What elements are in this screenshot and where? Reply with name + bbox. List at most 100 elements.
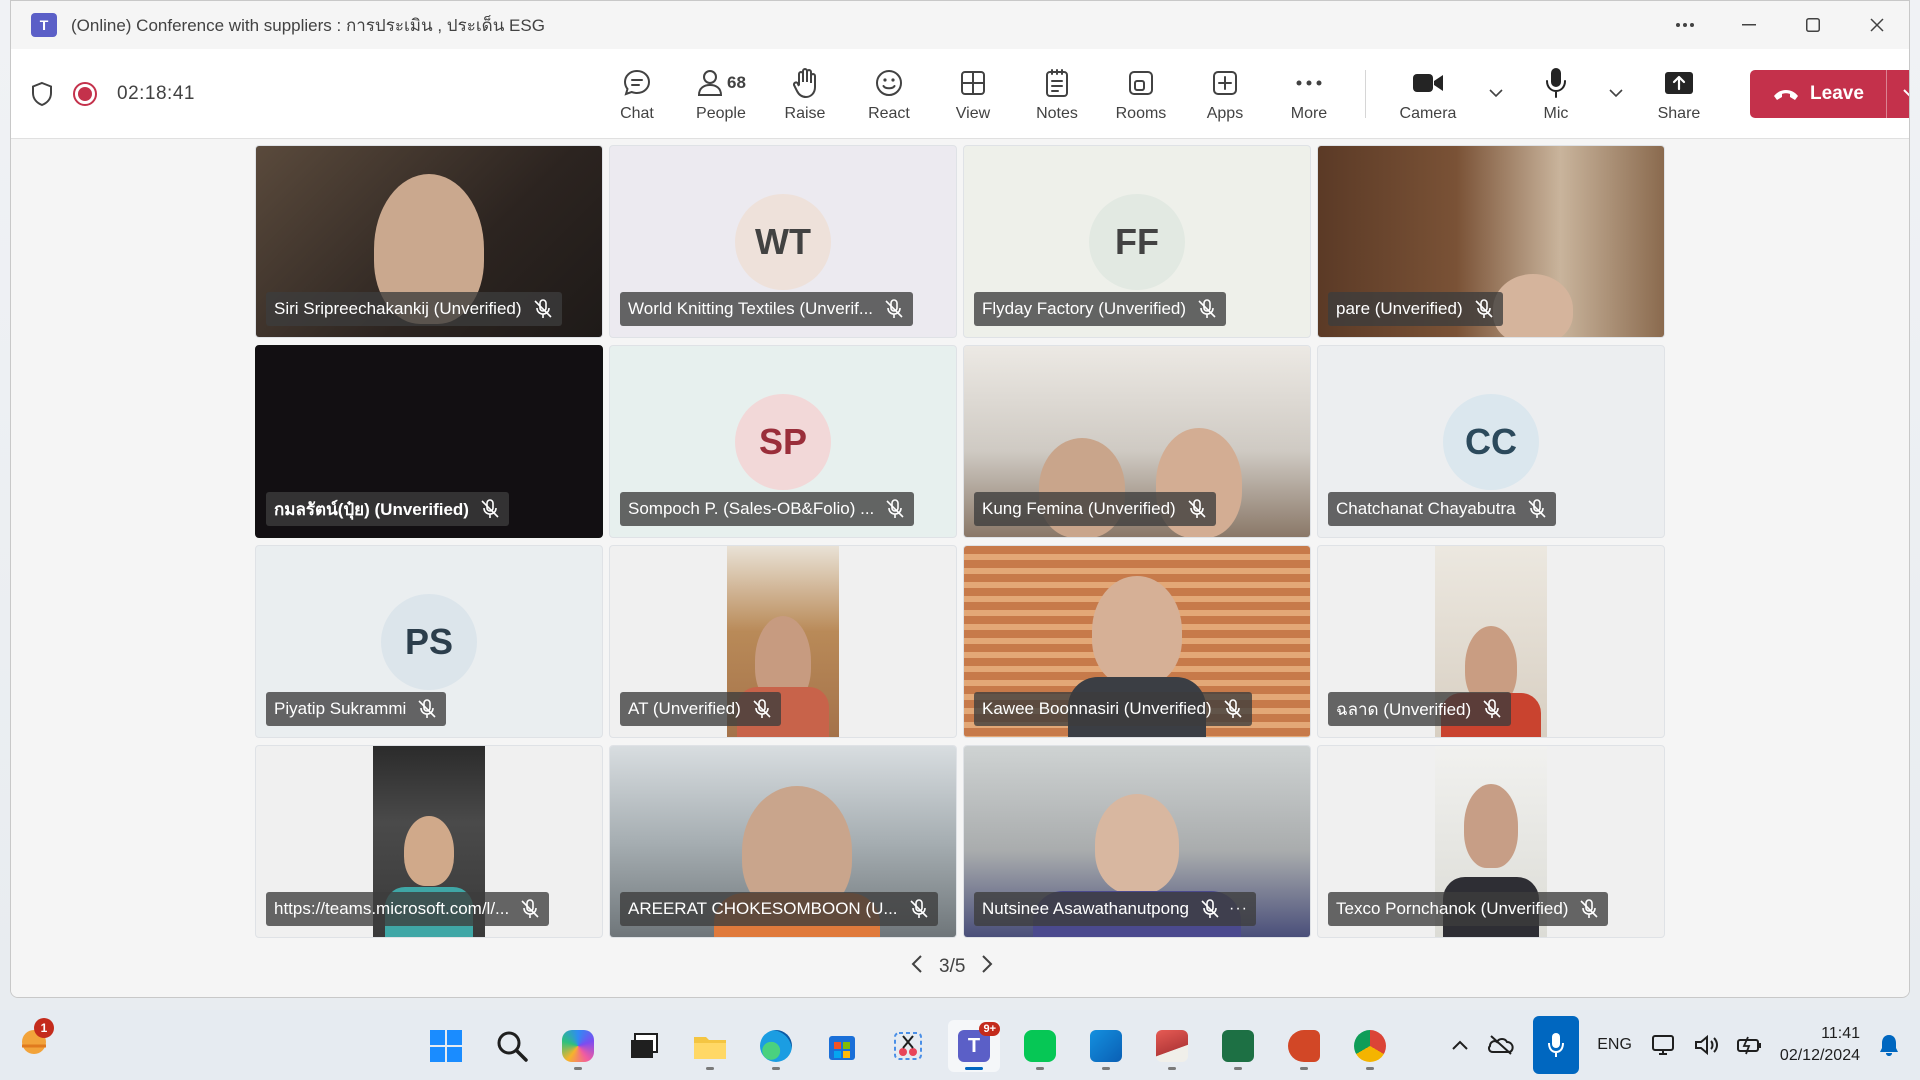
input-language[interactable]: ENG [1597, 1036, 1632, 1054]
camera-button[interactable]: Camera [1380, 54, 1476, 134]
share-button[interactable]: Share [1636, 54, 1722, 134]
chat-icon [622, 65, 652, 101]
participant-tile[interactable]: Kung Femina (Unverified) [963, 345, 1311, 538]
participant-more-options[interactable]: ··· [1229, 900, 1248, 918]
onedrive-offline-icon[interactable] [1487, 1034, 1515, 1056]
participant-tile[interactable]: Siri Sripreechakankij (Unverified) [255, 145, 603, 338]
maximize-button[interactable] [1781, 1, 1845, 49]
rooms-button[interactable]: Rooms [1099, 54, 1183, 134]
notification-bell-icon[interactable] [1878, 1033, 1900, 1057]
search-button[interactable] [486, 1020, 538, 1072]
more-button[interactable]: More [1267, 54, 1351, 134]
search-icon [497, 1031, 528, 1062]
participant-name: Flyday Factory (Unverified) [982, 299, 1187, 318]
participant-tile[interactable]: กมลรัตน์(ปุ๋ย) (Unverified) [255, 345, 603, 538]
running-indicator [965, 1067, 983, 1070]
edge-icon [760, 1030, 792, 1062]
windows-logo-icon [430, 1030, 462, 1062]
mic-off-icon [909, 899, 928, 918]
react-label: React [868, 104, 910, 122]
more-options-icon[interactable] [1653, 1, 1717, 49]
participant-name-chip: Sompoch P. (Sales-OB&Folio) ... [620, 492, 915, 526]
running-indicator [1168, 1067, 1176, 1070]
view-button[interactable]: View [931, 54, 1015, 134]
windows-taskbar: 1 T 9+ ENG 11:41 02/12/2024 [0, 1010, 1920, 1080]
mic-button[interactable]: Mic [1516, 54, 1596, 134]
teams-app[interactable]: T 9+ [948, 1020, 1000, 1072]
powerpoint-app[interactable] [1278, 1020, 1330, 1072]
participant-tile[interactable]: SP Sompoch P. (Sales-OB&Folio) ... [609, 345, 957, 538]
chat-button[interactable]: Chat [595, 54, 679, 134]
mic-off-icon [886, 499, 904, 518]
participant-tile[interactable]: CC Chatchanat Chayabutra [1317, 345, 1665, 538]
participant-tile[interactable]: Nutsinee Asawathanutpong ··· [963, 745, 1311, 938]
people-icon: 68 [696, 65, 746, 101]
chrome-app[interactable] [1344, 1020, 1396, 1072]
file-explorer-app[interactable] [684, 1020, 736, 1072]
network-icon[interactable] [1650, 1033, 1676, 1057]
chevron-down-icon [1903, 88, 1909, 96]
participant-name: Nutsinee Asawathanutpong [982, 899, 1189, 918]
minimize-button[interactable] [1717, 1, 1781, 49]
mic-options-chevron[interactable] [1596, 54, 1636, 134]
add-app-icon [1211, 65, 1239, 101]
camera-options-chevron[interactable] [1476, 54, 1516, 134]
people-button[interactable]: 68 People [679, 54, 763, 134]
participant-tile[interactable]: pare (Unverified) [1317, 145, 1665, 338]
edge-app[interactable] [750, 1020, 802, 1072]
participant-tile[interactable]: AREERAT CHOKESOMBOON (U... [609, 745, 957, 938]
mic-off-icon [1198, 299, 1216, 318]
outlook-icon [1090, 1030, 1122, 1062]
participant-figure [404, 816, 454, 886]
participant-tile[interactable]: ฉลาด (Unverified) [1317, 545, 1665, 738]
rooms-label: Rooms [1115, 104, 1167, 122]
outlook-app[interactable] [1080, 1020, 1132, 1072]
raise-hand-button[interactable]: Raise [763, 54, 847, 134]
system-tray: ENG 11:41 02/12/2024 [1451, 1010, 1900, 1080]
system-clock[interactable]: 11:41 02/12/2024 [1780, 1023, 1860, 1067]
meeting-timer: 02:18:41 [117, 82, 195, 104]
copilot-app[interactable] [552, 1020, 604, 1072]
participant-name: Kawee Boonnasiri (Unverified) [982, 699, 1212, 718]
participant-tile[interactable]: AT (Unverified) [609, 545, 957, 738]
previous-page-button[interactable] [911, 954, 923, 980]
recording-icon[interactable] [73, 81, 97, 106]
more-label: More [1290, 104, 1328, 122]
hang-up-icon [1774, 89, 1799, 100]
leave-options-chevron[interactable] [1885, 69, 1909, 118]
store-app[interactable] [816, 1020, 868, 1072]
snipping-tool-app[interactable] [882, 1020, 934, 1072]
leave-button[interactable]: Leave [1750, 70, 1886, 118]
participant-tile[interactable]: Kawee Boonnasiri (Unverified) [963, 545, 1311, 738]
participant-tile[interactable]: PS Piyatip Sukrammi [255, 545, 603, 738]
running-indicator [1234, 1067, 1242, 1070]
participant-tile[interactable]: https://teams.microsoft.com/l/... [255, 745, 603, 938]
start-button[interactable] [420, 1020, 472, 1072]
participant-tile[interactable]: WT World Knitting Textiles (Unverif... [609, 145, 957, 338]
participant-name: World Knitting Textiles (Unverif... [628, 299, 874, 318]
books-app[interactable] [1146, 1020, 1198, 1072]
excel-app[interactable] [1212, 1020, 1264, 1072]
line-app[interactable] [1014, 1020, 1066, 1072]
battery-icon[interactable] [1736, 1035, 1762, 1055]
shield-icon[interactable] [31, 81, 53, 107]
toolbar-divider [1364, 69, 1366, 118]
task-view-button[interactable] [618, 1020, 670, 1072]
microphone-in-use-indicator[interactable] [1533, 1016, 1580, 1074]
participant-tile[interactable]: FF Flyday Factory (Unverified) [963, 145, 1311, 338]
mic-off-icon [1580, 899, 1599, 918]
chevron-up-icon[interactable] [1451, 1039, 1469, 1051]
participant-tile[interactable]: Texco Pornchanok (Unverified) [1317, 745, 1665, 938]
react-button[interactable]: React [847, 54, 931, 134]
participant-name: ฉลาด (Unverified) [1336, 699, 1472, 719]
mic-off-icon [418, 699, 436, 718]
next-page-button[interactable] [981, 954, 993, 980]
close-button[interactable] [1845, 1, 1909, 49]
participant-name-chip: Nutsinee Asawathanutpong ··· [974, 892, 1256, 926]
share-screen-icon [1664, 65, 1694, 101]
participant-name: AT (Unverified) [628, 699, 741, 718]
notes-button[interactable]: Notes [1015, 54, 1099, 134]
apps-button[interactable]: Apps [1183, 54, 1267, 134]
mic-off-icon [521, 899, 539, 918]
volume-icon[interactable] [1694, 1034, 1718, 1056]
